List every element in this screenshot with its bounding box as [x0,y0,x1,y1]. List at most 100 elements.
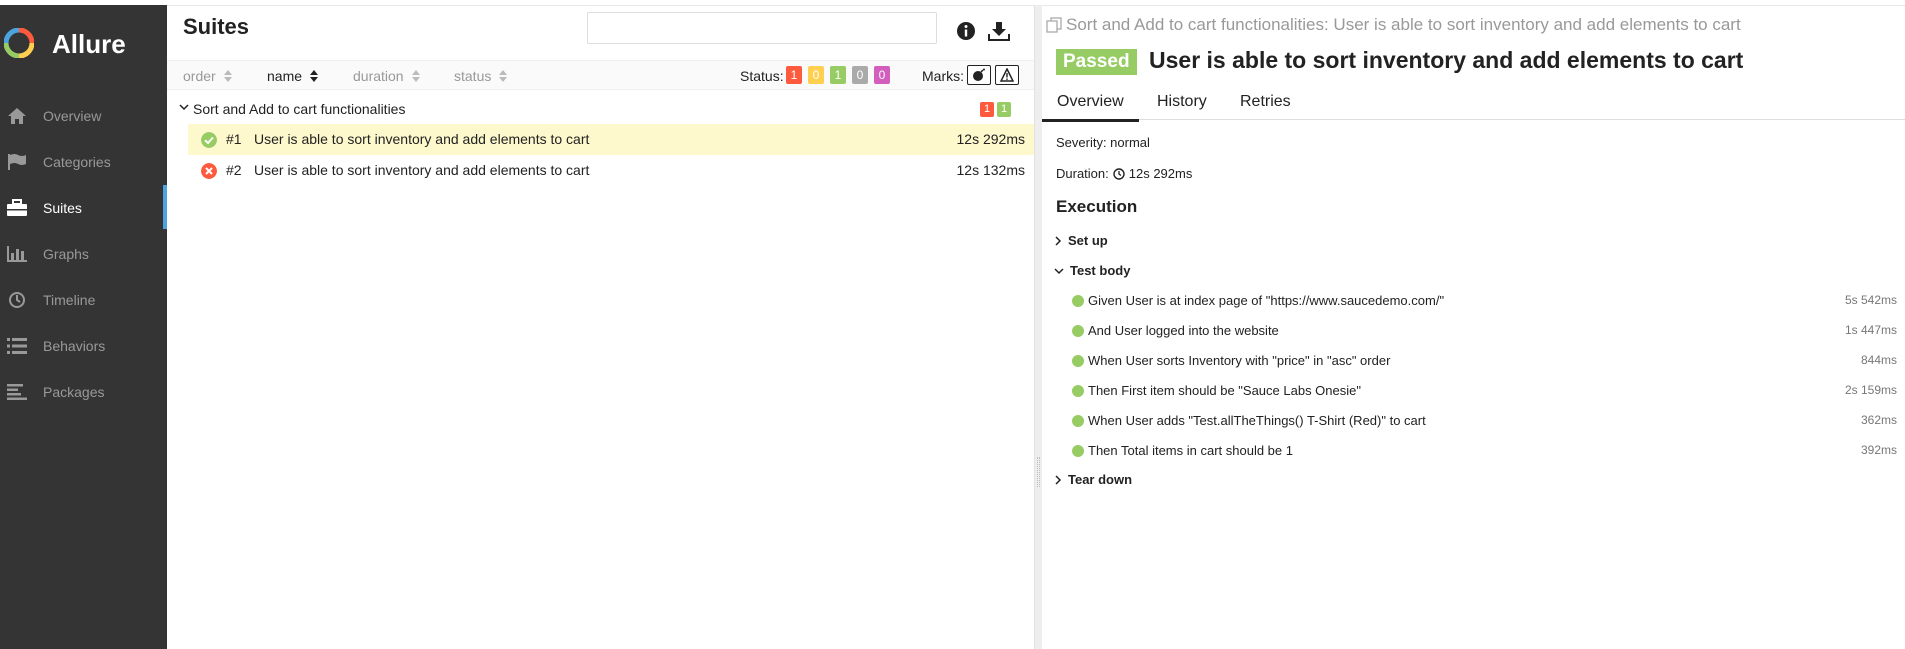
allure-logo-icon [4,28,34,58]
sort-icon [499,70,508,82]
breadcrumb-text: Sort and Add to cart functionalities: Us… [1066,15,1741,34]
status-filter-skipped[interactable]: 0 [852,66,868,84]
chevron-down-icon [1054,267,1064,274]
sort-label: order [183,68,216,84]
detail-tabs: Overview History Retries [1042,86,1905,122]
setup-section[interactable]: Set up [1054,233,1108,248]
test-duration: 12s 132ms [956,162,1025,178]
splitter-grip-icon [1037,457,1040,487]
sort-icon [411,70,420,82]
status-filter-unknown[interactable]: 0 [874,66,890,84]
sidebar-item-timeline[interactable]: Timeline [0,277,167,323]
test-body-label: Test body [1070,263,1131,278]
sidebar-item-overview[interactable]: Overview [0,93,167,139]
sort-by-order[interactable]: order [183,68,232,84]
test-name: User is able to sort inventory and add e… [254,162,590,178]
status-filter-broken[interactable]: 0 [808,66,824,84]
sort-bar: order name duration status Status: 1 0 1… [167,60,1037,90]
tab-overview[interactable]: Overview [1042,93,1139,122]
sidebar-item-behaviors[interactable]: Behaviors [0,323,167,369]
sidebar-nav: Overview Categories Suites Graphs Timeli… [0,93,167,415]
bar-chart-icon [6,244,28,264]
briefcase-icon [6,198,28,218]
tab-history[interactable]: History [1157,93,1207,111]
test-body-section[interactable]: Test body [1054,263,1130,278]
step-row[interactable]: When User adds "Test.allTheThings() T-Sh… [1072,412,1897,434]
test-row[interactable]: #1 User is able to sort inventory and ad… [188,124,1037,155]
flaky-mark-toggle[interactable] [967,65,991,85]
sidebar: Allure Overview Categories Suites Graphs… [0,5,167,649]
sort-icon [310,70,319,82]
brand[interactable]: Allure [0,5,167,77]
sidebar-item-categories[interactable]: Categories [0,139,167,185]
sidebar-item-graphs[interactable]: Graphs [0,231,167,277]
sort-by-duration[interactable]: duration [353,68,420,84]
app-name: Allure [52,29,126,59]
step-row[interactable]: When User sorts Inventory with "price" i… [1072,352,1897,374]
warning-icon [1000,68,1014,82]
info-icon[interactable] [953,18,979,44]
sidebar-item-label: Behaviors [43,338,106,354]
status-filter-label: Status: [740,68,784,84]
sort-icon [223,70,232,82]
copy-icon [1046,17,1062,33]
step-text: And User logged into the website [1088,323,1279,338]
test-duration: 12s 292ms [956,131,1025,147]
passed-icon [1072,355,1084,367]
step-duration: 362ms [1860,413,1897,427]
test-number: #2 [226,162,242,178]
marks-label: Marks: [922,68,964,84]
sidebar-item-label: Suites [43,200,82,216]
search-input[interactable] [587,12,937,44]
severity: Severity: normal [1056,135,1150,150]
test-detail-pane: Sort and Add to cart functionalities: Us… [1042,5,1905,649]
sidebar-item-packages[interactable]: Packages [0,369,167,415]
step-duration: 2s 159ms [1844,383,1897,397]
step-row[interactable]: Given User is at index page of "https://… [1072,292,1897,314]
sort-label: duration [353,68,404,84]
flag-icon [6,152,28,172]
teardown-label: Tear down [1068,472,1133,487]
passed-icon [201,132,217,148]
breadcrumb[interactable]: Sort and Add to cart functionalities: Us… [1046,15,1741,35]
test-title: User is able to sort inventory and add e… [1149,47,1744,73]
step-text: When User adds "Test.allTheThings() T-Sh… [1088,413,1426,428]
sort-label: name [267,68,303,84]
failed-icon [201,163,217,179]
bomb-icon [973,68,985,81]
clock-icon [1113,167,1125,180]
sidebar-item-label: Categories [43,154,111,170]
download-icon[interactable] [986,18,1012,44]
step-duration: 392ms [1860,443,1897,457]
test-row[interactable]: #2 User is able to sort inventory and ad… [188,155,1037,186]
chevron-right-icon [1055,235,1062,246]
sidebar-item-label: Overview [43,108,102,124]
suite-group[interactable]: Sort and Add to cart functionalities 1 1 [167,98,1037,122]
execution-heading: Execution [1056,197,1138,216]
new-failed-mark-toggle[interactable] [995,65,1019,85]
status-filter-failed[interactable]: 1 [786,66,802,84]
step-duration: 844ms [1860,353,1897,367]
sidebar-item-label: Graphs [43,246,89,262]
pane-splitter[interactable] [1034,5,1042,649]
sort-by-name[interactable]: name [267,68,319,84]
sidebar-item-label: Packages [43,384,105,400]
suites-pane: Suites order name duration status Status… [167,5,1037,649]
step-row[interactable]: Then First item should be "Sauce Labs On… [1072,382,1897,404]
step-duration: 5s 542ms [1844,293,1897,307]
align-left-icon [6,382,28,402]
sidebar-item-label: Timeline [43,292,96,308]
step-row[interactable]: Then Total items in cart should be 1 392… [1072,442,1897,464]
step-row[interactable]: And User logged into the website 1s 447m… [1072,322,1897,344]
suite-group-name: Sort and Add to cart functionalities [193,101,406,117]
teardown-section[interactable]: Tear down [1054,472,1132,487]
passed-icon [1072,445,1084,457]
passed-icon [1072,295,1084,307]
sidebar-item-suites[interactable]: Suites [0,185,167,231]
passed-icon [1072,385,1084,397]
duration-label: Duration: [1056,166,1109,181]
status-filter-passed[interactable]: 1 [830,66,846,84]
tab-retries[interactable]: Retries [1240,93,1291,111]
sort-by-status[interactable]: status [454,68,508,84]
status-badge: Passed [1056,49,1137,75]
